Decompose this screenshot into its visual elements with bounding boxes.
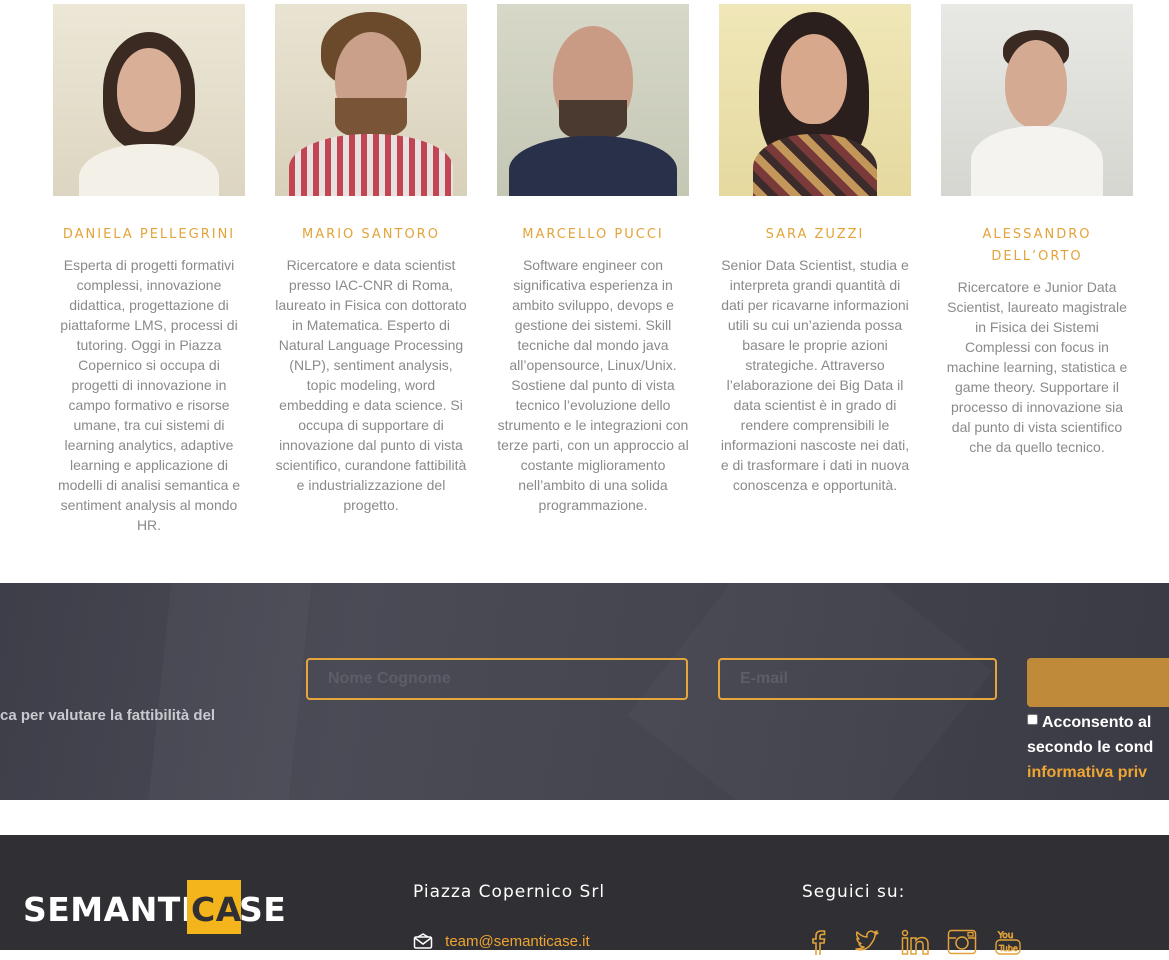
envelope-icon xyxy=(413,933,445,950)
instagram-icon[interactable] xyxy=(947,929,981,955)
team-member-photo xyxy=(941,4,1133,196)
submit-button[interactable] xyxy=(1027,658,1169,707)
team-member-name: DANIELA PELLEGRINI xyxy=(62,227,236,242)
svg-text:Tube: Tube xyxy=(998,944,1018,953)
site-footer: SEMANTI CA SE Piazza Copernico Srl team@… xyxy=(0,835,1169,955)
facebook-icon[interactable] xyxy=(808,929,842,955)
team-member-name: SARA ZUZZI xyxy=(765,227,865,242)
team-member-name: MARCELLO PUCCI xyxy=(522,227,664,242)
email-input[interactable] xyxy=(718,658,997,700)
footer-email-link[interactable]: team@semanticase.it xyxy=(445,933,589,950)
team-member-card: MARIO SANTORO Ricercatore e data scienti… xyxy=(275,4,467,515)
team-member-photo xyxy=(275,4,467,196)
team-section: DANIELA PELLEGRINI Esperta di progetti f… xyxy=(0,0,1169,583)
youtube-icon[interactable]: You Tube xyxy=(994,929,1028,955)
team-member-card: SARA ZUZZI Senior Data Scientist, studia… xyxy=(719,4,911,495)
team-member-card: ALESSANDRO DELL’ORTO Ricercatore e Junio… xyxy=(941,4,1133,457)
team-member-photo xyxy=(497,4,689,196)
logo-text-se: SE xyxy=(239,890,287,929)
team-member-name: MARIO SANTORO xyxy=(302,227,440,242)
logo-text-semanti: SEMANTI xyxy=(23,890,194,929)
linkedin-icon[interactable] xyxy=(901,929,935,955)
team-member-photo xyxy=(719,4,911,196)
consent-label: Acconsento al xyxy=(1042,714,1152,731)
team-member-bio: Ricercatore e Junior Data Scientist, lau… xyxy=(946,279,1128,455)
team-member-bio: Senior Data Scientist, studia e interpre… xyxy=(720,257,910,493)
team-member-card: DANIELA PELLEGRINI Esperta di progetti f… xyxy=(53,4,245,535)
twitter-icon[interactable] xyxy=(854,929,888,955)
footer-company-name: Piazza Copernico Srl xyxy=(413,882,606,902)
footer-email[interactable]: team@semanticase.it xyxy=(413,933,590,950)
privacy-policy-link[interactable]: informativa priv xyxy=(1027,760,1153,785)
logo-text-ca: CA xyxy=(191,890,242,929)
section-spacer xyxy=(0,800,1169,835)
full-name-input[interactable] xyxy=(306,658,688,700)
team-member-bio: Software engineer con significativa espe… xyxy=(497,257,689,513)
consent-conditions-text: secondo le cond xyxy=(1027,739,1154,756)
contact-intro-text: ca per valutare la fattibilità del xyxy=(0,707,216,724)
team-member-card: MARCELLO PUCCI Software engineer con sig… xyxy=(497,4,689,515)
team-member-name: ALESSANDRO DELL’ORTO xyxy=(982,227,1092,264)
consent-checkbox[interactable] xyxy=(1027,714,1038,725)
contact-form-section: ca per valutare la fattibilità del Accon… xyxy=(0,583,1169,800)
team-member-photo xyxy=(53,4,245,196)
team-member-bio: Esperta di progetti formativi complessi,… xyxy=(57,257,241,533)
team-member-bio: Ricercatore e data scientist presso IAC-… xyxy=(275,257,467,513)
social-links: You Tube xyxy=(808,929,1036,955)
follow-us-label: Seguici su: xyxy=(802,882,906,902)
consent-block: Acconsento al secondo le cond informativ… xyxy=(1027,710,1153,785)
